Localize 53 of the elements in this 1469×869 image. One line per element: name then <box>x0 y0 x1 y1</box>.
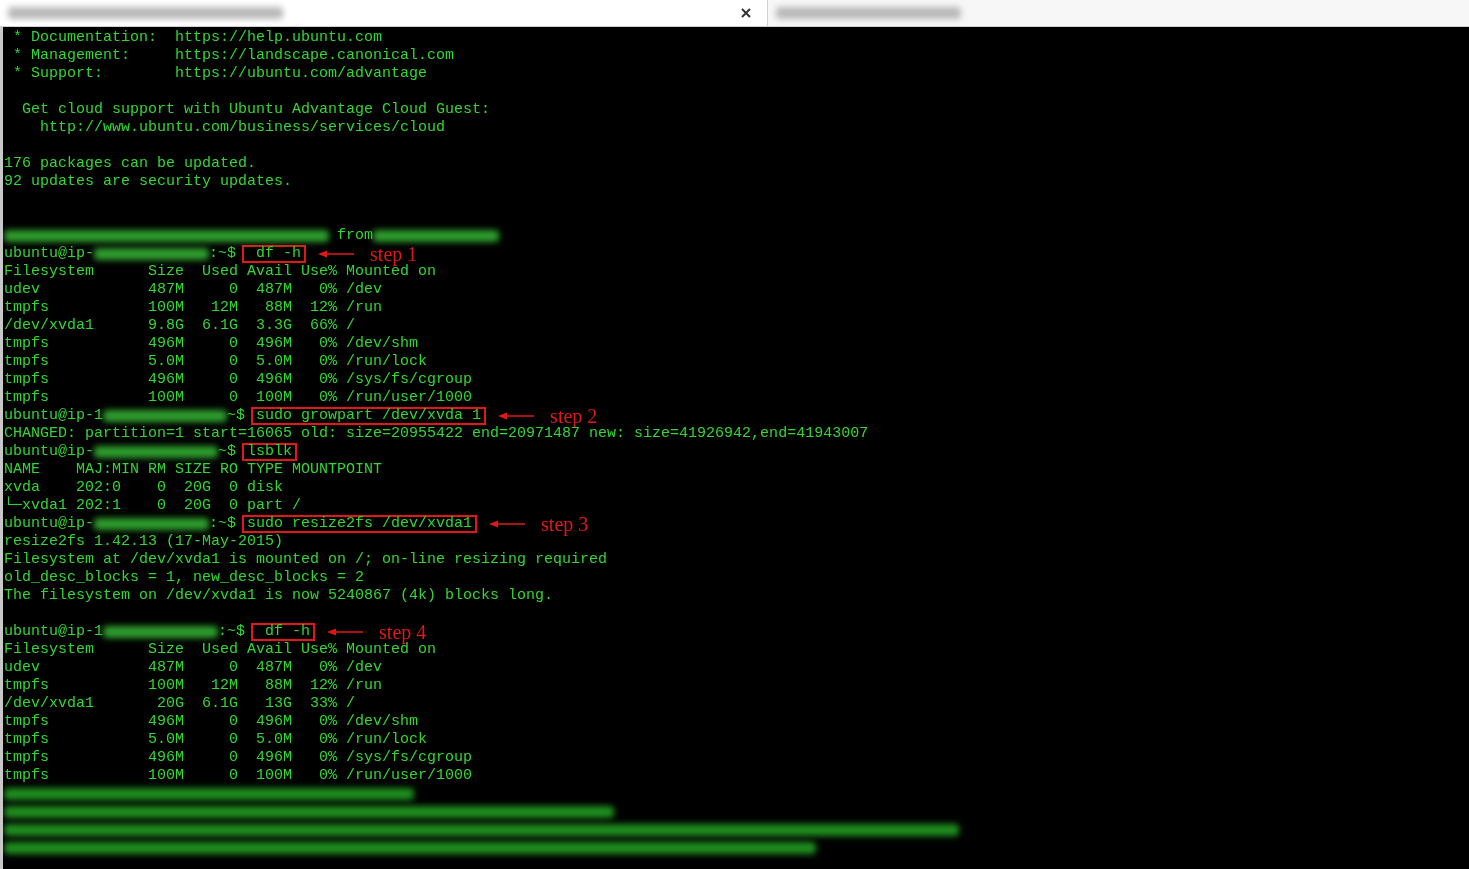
terminal-line: Filesystem Size Used Avail Use% Mounted on <box>4 263 437 281</box>
tab[interactable] <box>768 0 1469 26</box>
terminal-line: tmpfs 496M 0 496M 0% /sys/fs/cgroup <box>4 749 473 767</box>
prompt-text: :~$ <box>209 245 237 263</box>
terminal-line: http://www.ubuntu.com/business/services/cloud <box>39 119 446 137</box>
terminal-line: 176 packages can be updated. <box>4 155 257 173</box>
terminal-line: * Management: https://landscape.canonical.com <box>12 47 455 65</box>
prompt-text: ubuntu@ip- <box>4 443 94 461</box>
terminal-line: NAME MAJ:MIN RM SIZE RO TYPE MOUNTPOINT <box>4 461 383 479</box>
terminal-line: tmpfs 5.0M 0 5.0M 0% /run/lock <box>4 731 428 749</box>
terminal-text: from <box>337 227 373 245</box>
prompt-text: ubuntu@ip- <box>4 245 94 263</box>
terminal-line: tmpfs 100M 12M 88M 12% /run <box>4 299 383 317</box>
terminal-line: 92 updates are security updates. <box>4 173 293 191</box>
arrow-icon <box>327 627 364 637</box>
highlighted-command: sudo growpart /dev/xvda 1 <box>251 407 487 425</box>
close-icon[interactable] <box>741 8 751 18</box>
prompt-text: ~$ <box>227 407 246 425</box>
terminal-line: Filesystem at /dev/xvda1 is mounted on /; on-line resizing required <box>4 551 608 569</box>
terminal-line: /dev/xvda1 9.8G 6.1G 3.3G 66% / <box>4 317 356 335</box>
prompt-text: ~$ <box>218 443 237 461</box>
highlighted-command: df -h <box>242 245 307 263</box>
terminal-line: tmpfs 496M 0 496M 0% /dev/shm <box>4 713 419 731</box>
terminal-line: tmpfs 496M 0 496M 0% /dev/shm <box>4 335 419 353</box>
terminal-line: Filesystem Size Used Avail Use% Mounted on <box>4 641 437 659</box>
terminal-line: tmpfs 496M 0 496M 0% /sys/fs/cgroup <box>4 371 473 389</box>
terminal-line: * Support: https://ubuntu.com/advantage <box>12 65 428 83</box>
prompt-text: ubuntu@ip-1 <box>4 407 104 425</box>
terminal-line: Get cloud support with Ubuntu Advantage Cloud Guest: <box>21 101 491 119</box>
terminal-line: tmpfs 100M 0 100M 0% /run/user/1000 <box>4 389 473 407</box>
prompt-text: :~$ <box>209 515 237 533</box>
prompt-text: ubuntu@ip-1 <box>4 623 104 641</box>
terminal-line: old_desc_blocks = 1, new_desc_blocks = 2 <box>4 569 365 587</box>
terminal-line: udev 487M 0 487M 0% /dev <box>4 659 383 677</box>
terminal-line: The filesystem on /dev/xvda1 is now 5240867 (4k) blocks long. <box>4 587 554 605</box>
terminal-line: tmpfs 5.0M 0 5.0M 0% /run/lock <box>4 353 428 371</box>
terminal-line: resize2fs 1.42.13 (17-May-2015) <box>4 533 284 551</box>
prompt-text: :~$ <box>218 623 246 641</box>
highlighted-command: lsblk <box>242 443 298 461</box>
terminal-line: CHANGED: partition=1 start=16065 old: size=20955422 end=20971487 new: size=41926942,end=41943007 <box>4 425 869 443</box>
terminal-line: * Documentation: https://help.ubuntu.com <box>12 29 383 47</box>
arrow-icon <box>489 519 526 529</box>
highlighted-command: df -h <box>251 623 316 641</box>
highlighted-command: sudo resize2fs /dev/xvda1 <box>242 515 478 533</box>
terminal-line: tmpfs 100M 12M 88M 12% /run <box>4 677 383 695</box>
terminal-line: tmpfs 100M 0 100M 0% /run/user/1000 <box>4 767 473 785</box>
arrow-icon <box>498 411 535 421</box>
terminal-line: xvda 202:0 0 20G 0 disk <box>4 479 284 496</box>
terminal-line: /dev/xvda1 20G 6.1G 13G 33% / <box>4 695 356 713</box>
prompt-text: ubuntu@ip- <box>4 515 94 533</box>
arrow-icon <box>318 249 355 259</box>
terminal-line: udev 487M 0 487M 0% /dev <box>4 281 383 299</box>
terminal-line: └─xvda1 202:1 0 20G 0 part / <box>4 497 302 515</box>
